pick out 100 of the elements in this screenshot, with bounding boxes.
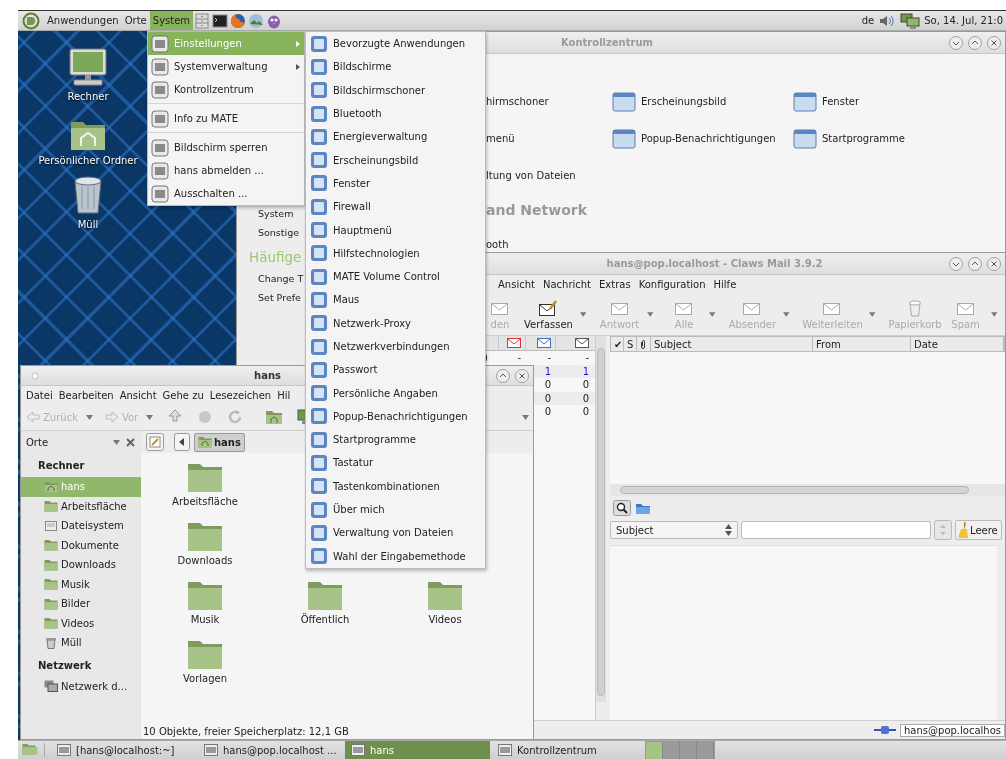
settings-item[interactable]: menü bbox=[486, 133, 515, 144]
close-button[interactable] bbox=[126, 437, 135, 447]
column-header[interactable]: From bbox=[813, 337, 911, 351]
up-arrow-icon[interactable] bbox=[167, 409, 184, 425]
desktop-icon-label[interactable]: Rechner bbox=[67, 91, 109, 102]
menu-item[interactable]: Extras bbox=[595, 278, 635, 290]
menu-item[interactable]: Tastenkombinationen bbox=[306, 474, 485, 498]
search-field[interactable] bbox=[741, 521, 931, 539]
menu-item[interactable]: Persönliche Angaben bbox=[306, 381, 485, 405]
menu-item[interactable]: Passwort bbox=[306, 358, 485, 382]
menu-item[interactable]: Bearbeiten bbox=[55, 389, 117, 401]
close-button[interactable] bbox=[515, 368, 529, 383]
menu-item[interactable]: Wahl der Eingabemethode bbox=[306, 544, 485, 568]
caret-icon[interactable] bbox=[579, 311, 587, 317]
menu-item[interactable]: Über mich bbox=[306, 497, 485, 522]
column-header[interactable]: ✔ bbox=[611, 337, 624, 351]
taskbar-button[interactable]: Kontrollzentrum bbox=[492, 741, 637, 759]
sidebar-item[interactable]: Dateisystem bbox=[21, 516, 141, 536]
search-button[interactable] bbox=[613, 500, 631, 516]
menu-item[interactable]: Lesezeichen bbox=[206, 389, 275, 401]
menu-item[interactable]: Bevorzugte Anwendungen bbox=[306, 32, 485, 56]
picture-icon[interactable] bbox=[248, 12, 265, 29]
column-header[interactable]: S bbox=[624, 337, 637, 351]
taskbar-button[interactable]: [hans@localhost:~] bbox=[51, 741, 196, 759]
category-link[interactable]: System bbox=[249, 204, 306, 223]
folder-icon[interactable] bbox=[187, 461, 223, 493]
menu-item[interactable]: Netzwerk-Proxy bbox=[306, 311, 485, 335]
settings-item[interactable]: ooth bbox=[486, 239, 509, 250]
menu-item[interactable]: Konfiguration bbox=[634, 278, 710, 290]
menu-item[interactable]: Hil bbox=[274, 389, 294, 401]
folder-icon[interactable] bbox=[307, 579, 343, 611]
path-back-button[interactable] bbox=[174, 433, 190, 451]
menu-item[interactable]: Ansicht bbox=[494, 278, 539, 290]
maximize-button[interactable] bbox=[968, 35, 982, 50]
menu-item[interactable]: Tastatur bbox=[306, 451, 485, 475]
folder-icon[interactable] bbox=[635, 501, 651, 515]
menu-item[interactable]: Gehe zu bbox=[159, 389, 207, 401]
menu-item[interactable]: Info zu MATE bbox=[148, 107, 304, 130]
menu-item[interactable]: Firewall bbox=[306, 195, 485, 219]
sidebar-item[interactable]: Videos bbox=[21, 613, 141, 633]
folder-icon[interactable] bbox=[187, 520, 223, 552]
sidebar-item[interactable]: Arbeitsfläche bbox=[21, 496, 141, 516]
menu-item[interactable]: Popup-Benachrichtigungen bbox=[306, 404, 485, 429]
task-link[interactable]: Set Prefe bbox=[249, 288, 306, 307]
panel-menu[interactable]: Anwendungen bbox=[44, 11, 122, 30]
settings-item[interactable]: Fenster bbox=[822, 96, 860, 107]
sidebar-item[interactable]: Dokumente bbox=[21, 535, 141, 555]
menu-item[interactable]: Verwaltung von Dateien bbox=[306, 521, 485, 545]
menu-item[interactable]: Hilfe bbox=[709, 278, 741, 290]
clock[interactable]: So, 14. Jul, 21:0 bbox=[924, 15, 1003, 26]
taskbar-button[interactable]: hans@pop.localhost ... bbox=[198, 741, 343, 759]
menu-item[interactable]: hans abmelden ... bbox=[148, 159, 304, 182]
menu-item[interactable]: Bildschirme bbox=[306, 55, 485, 79]
panel-menu[interactable]: System bbox=[149, 11, 194, 30]
globe-icon[interactable] bbox=[230, 12, 247, 29]
taskbar-button[interactable]: hans bbox=[345, 741, 490, 759]
caret-icon[interactable] bbox=[113, 439, 120, 445]
minimize-button[interactable] bbox=[949, 35, 963, 50]
menu-item[interactable]: Erscheinungsbild bbox=[306, 148, 485, 172]
edit-location-button[interactable] bbox=[146, 433, 164, 451]
folder-icon[interactable] bbox=[187, 638, 223, 670]
menu-item[interactable]: Ansicht bbox=[116, 389, 160, 401]
menu-item[interactable]: Kontrollzentrum bbox=[148, 78, 304, 101]
folder-icon[interactable] bbox=[187, 579, 223, 611]
menu-item[interactable]: Startprogramme bbox=[306, 428, 485, 452]
settings-item[interactable]: ltung von Dateien bbox=[486, 170, 576, 181]
minimize-button[interactable] bbox=[949, 256, 963, 271]
settings-item[interactable]: Popup-Benachrichtigungen bbox=[641, 133, 776, 144]
close-button[interactable] bbox=[987, 35, 1001, 50]
file-label[interactable]: Musik bbox=[190, 614, 220, 625]
sidebar-item[interactable]: Netzwerk d... bbox=[21, 676, 141, 696]
menu-item[interactable]: Fenster bbox=[306, 171, 485, 196]
sidebar-item[interactable]: Musik bbox=[21, 574, 141, 594]
clear-button[interactable]: Leere bbox=[955, 520, 1002, 540]
file-label[interactable]: Arbeitsfläche bbox=[172, 496, 238, 507]
caret-icon[interactable] bbox=[85, 414, 93, 420]
sidebar-item[interactable]: Downloads bbox=[21, 555, 141, 575]
maximize-button[interactable] bbox=[496, 368, 510, 383]
panel-menu[interactable]: Orte bbox=[121, 11, 150, 30]
menu-item[interactable]: Bildschirmschoner bbox=[306, 78, 485, 102]
monitor-icon[interactable] bbox=[66, 47, 110, 87]
menu-item[interactable]: Bildschirm sperren bbox=[148, 136, 304, 159]
menu-item[interactable]: Ausschalten ... bbox=[148, 182, 304, 205]
settings-item[interactable]: hirmschoner bbox=[486, 96, 549, 107]
folder-icon[interactable] bbox=[427, 579, 463, 611]
menu-item[interactable]: Datei bbox=[23, 389, 56, 401]
menu-item[interactable]: Netzwerkverbindungen bbox=[306, 334, 485, 359]
network-icon[interactable] bbox=[900, 12, 921, 29]
sidebar-item[interactable]: Bilder bbox=[21, 594, 141, 614]
category-link[interactable]: Sonstige bbox=[249, 223, 306, 242]
desktop-icon-label[interactable]: Müll bbox=[77, 219, 99, 230]
maximize-button[interactable] bbox=[968, 256, 982, 271]
task-link[interactable]: Change T bbox=[249, 269, 306, 288]
toolbar-button[interactable]: Verfassen bbox=[523, 298, 574, 330]
keyboard-layout-indicator[interactable]: de bbox=[861, 15, 875, 26]
show-desktop-icon[interactable] bbox=[22, 743, 38, 757]
menu-item[interactable]: Hilfstechnologien bbox=[306, 241, 485, 265]
menu-item[interactable]: Maus bbox=[306, 288, 485, 312]
file-label[interactable]: Downloads bbox=[177, 555, 233, 566]
terminal-icon[interactable] bbox=[212, 12, 229, 29]
